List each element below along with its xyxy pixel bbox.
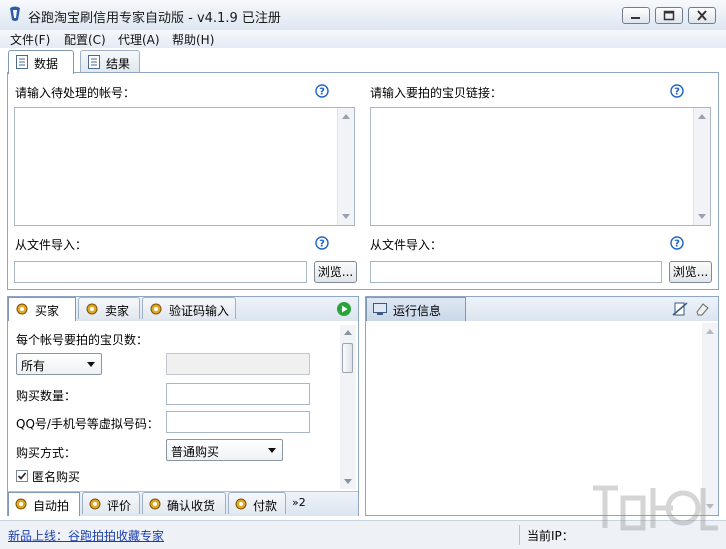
accounts-label: 请输入待处理的帐号： [15, 86, 136, 100]
tab-run-info-label: 运行信息 [393, 304, 442, 318]
quantity-label: 购买数量： [16, 389, 77, 403]
tab-auto-buy[interactable]: 自动拍 [8, 492, 80, 516]
play-icon[interactable] [336, 301, 352, 317]
no-filter-icon[interactable] [672, 301, 688, 317]
tab-seller[interactable]: 卖家 [78, 297, 140, 319]
per-account-count-input [166, 353, 310, 375]
maximize-icon [663, 10, 675, 21]
qq-label: QQ号/手机号等虚拟号码： [16, 417, 159, 431]
minimize-icon [631, 17, 640, 19]
tab-auto-buy-label: 自动拍 [33, 499, 70, 513]
eraser-icon[interactable] [694, 301, 710, 317]
import-path-input-left[interactable] [14, 261, 307, 283]
close-icon [697, 10, 707, 21]
gear-icon [149, 498, 161, 510]
tab-data[interactable]: 数据 [8, 50, 74, 74]
anonymous-label: 匿名购买 [32, 470, 81, 484]
import-label-right: 从文件导入： [370, 238, 443, 252]
menu-file[interactable]: 文件(F) [10, 31, 50, 48]
tab-captcha[interactable]: 验证码输入 [142, 297, 236, 319]
tab-confirm-receipt[interactable]: 确认收货 [142, 492, 226, 514]
browse-button-left[interactable]: 浏览... [314, 261, 357, 283]
svg-text:?: ? [319, 239, 325, 250]
monitor-icon [373, 303, 387, 315]
gear-icon [86, 303, 98, 315]
buyer-panel: 买家 卖家 验证码输入 每个帐号要拍的宝贝数： 所有 购买数量： QQ号/手机号… [7, 296, 359, 516]
svg-text:?: ? [319, 87, 325, 98]
purchase-method-select[interactable]: 普通购买 [166, 439, 283, 461]
gear-icon [89, 498, 101, 510]
current-ip-label: 当前IP： [527, 529, 574, 543]
help-icon[interactable]: ? [315, 236, 329, 250]
app-logo-icon [10, 6, 20, 21]
help-icon[interactable]: ? [670, 84, 684, 98]
tab-buyer[interactable]: 买家 [8, 297, 76, 321]
accounts-scrollbar[interactable] [337, 108, 354, 225]
chevron-down-icon [268, 448, 276, 453]
per-account-label: 每个帐号要拍的宝贝数： [16, 333, 149, 347]
svg-text:?: ? [674, 87, 680, 98]
per-account-select[interactable]: 所有 [16, 353, 102, 375]
tab-review-label: 评价 [107, 499, 132, 513]
import-path-input-right[interactable] [370, 261, 662, 283]
tab-payment[interactable]: 付款 [228, 492, 286, 514]
links-scrollbar[interactable] [693, 108, 710, 225]
tab-review[interactable]: 评价 [82, 492, 140, 514]
svg-text:?: ? [674, 239, 680, 250]
top-tab-strip: 数据 结果 [8, 50, 308, 74]
purchase-method-value: 普通购买 [171, 445, 220, 459]
scroll-thumb[interactable] [342, 343, 353, 373]
watermark-logo [593, 485, 718, 531]
gear-icon [15, 498, 27, 510]
menu-bar: 文件(F) 配置(C) 代理(A) 帮助(H) [0, 30, 726, 48]
browse-button-right[interactable]: 浏览... [669, 261, 712, 283]
maximize-button[interactable] [655, 7, 683, 24]
menu-config[interactable]: 配置(C) [64, 31, 106, 48]
app-window: 谷跑淘宝刷信用专家自动版 - v4.1.9 已注册 文件(F) 配置(C) 代理… [0, 0, 726, 549]
anonymous-checkbox[interactable] [16, 470, 28, 482]
gear-icon [16, 303, 28, 315]
quantity-input[interactable] [166, 383, 310, 405]
tab-results-label: 结果 [106, 57, 131, 71]
close-button[interactable] [688, 7, 716, 24]
gear-icon [235, 498, 247, 510]
more-tabs-button[interactable]: »2 [292, 496, 306, 509]
per-account-value: 所有 [21, 359, 46, 373]
tab-captcha-label: 验证码输入 [169, 304, 230, 318]
links-label: 请输入要拍的宝贝链接： [370, 86, 503, 100]
import-label-left: 从文件导入： [15, 238, 88, 252]
buyer-form-scrollbar[interactable] [340, 325, 356, 489]
minimize-button[interactable] [622, 7, 650, 24]
menu-proxy[interactable]: 代理(A) [118, 31, 160, 48]
bottom-tab-strip: 自动拍 评价 确认收货 付款 »2 [8, 491, 358, 516]
gear-icon [150, 303, 162, 315]
tab-results[interactable]: 结果 [80, 50, 140, 72]
menu-help[interactable]: 帮助(H) [172, 31, 214, 48]
help-icon[interactable]: ? [315, 84, 329, 98]
chevron-down-icon [87, 362, 95, 367]
tab-payment-label: 付款 [253, 499, 278, 513]
tab-seller-label: 卖家 [105, 304, 130, 318]
title-bar[interactable]: 谷跑淘宝刷信用专家自动版 - v4.1.9 已注册 [0, 0, 726, 31]
qq-input[interactable] [166, 411, 310, 433]
tab-data-label: 数据 [34, 57, 59, 71]
links-textarea[interactable] [370, 107, 711, 226]
help-icon[interactable]: ? [670, 236, 684, 250]
checkmark-icon [17, 472, 27, 480]
new-product-link[interactable]: 新品上线：谷跑拍拍收藏专家 [8, 527, 164, 544]
status-separator [519, 525, 520, 545]
tab-confirm-receipt-label: 确认收货 [167, 499, 216, 513]
document-icon [88, 55, 100, 69]
window-title: 谷跑淘宝刷信用专家自动版 - v4.1.9 已注册 [28, 11, 281, 26]
tab-buyer-label: 买家 [35, 304, 60, 318]
accounts-textarea[interactable] [14, 107, 355, 226]
data-panel: 请输入待处理的帐号： ? 请输入要拍的宝贝链接： ? 从文件导入： ? 从文件导… [7, 72, 719, 290]
tab-run-info[interactable]: 运行信息 [366, 297, 466, 321]
method-label: 购买方式： [16, 446, 77, 460]
document-icon [16, 55, 28, 69]
